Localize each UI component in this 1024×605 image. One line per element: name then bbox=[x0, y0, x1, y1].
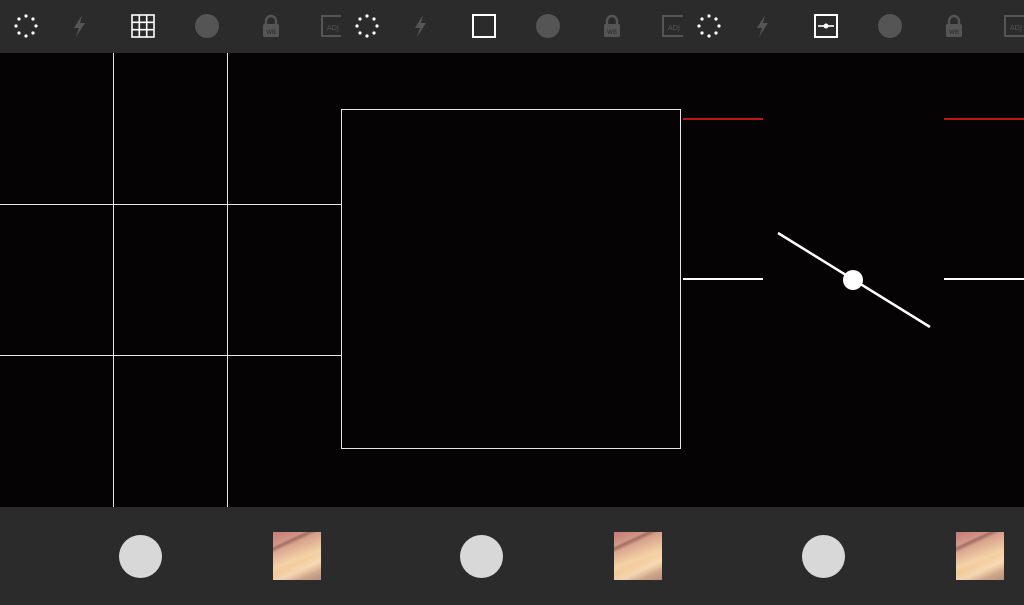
timer-icon[interactable] bbox=[353, 12, 381, 40]
adjust-icon[interactable]: ADJ bbox=[320, 12, 341, 40]
grid-line-vertical bbox=[227, 53, 228, 507]
camera-toolbar: WB ADJ bbox=[341, 0, 683, 53]
grid-line-horizontal bbox=[0, 204, 341, 205]
flash-icon[interactable] bbox=[406, 12, 434, 40]
svg-text:WB: WB bbox=[607, 29, 617, 36]
svg-text:ADJ: ADJ bbox=[327, 24, 339, 32]
svg-text:ADJ: ADJ bbox=[668, 24, 680, 32]
square-frame-icon[interactable] bbox=[470, 12, 498, 40]
white-balance-lock-icon[interactable]: WB bbox=[257, 12, 285, 40]
svg-text:WB: WB bbox=[266, 29, 276, 36]
last-photo-thumbnail[interactable] bbox=[956, 532, 1004, 580]
last-photo-thumbnail[interactable] bbox=[273, 532, 321, 580]
focus-dot-icon[interactable] bbox=[534, 12, 562, 40]
adjust-icon[interactable]: ADJ bbox=[661, 12, 683, 40]
grid-line-horizontal bbox=[0, 355, 341, 356]
grid-line-vertical bbox=[113, 53, 114, 507]
timer-icon[interactable] bbox=[12, 12, 40, 40]
focus-dot-icon[interactable] bbox=[193, 12, 221, 40]
shutter-button[interactable] bbox=[119, 535, 162, 578]
last-photo-thumbnail[interactable] bbox=[614, 532, 662, 580]
camera-panel-square: WB ADJ bbox=[341, 0, 683, 605]
flash-icon[interactable] bbox=[65, 12, 93, 40]
grid-icon[interactable] bbox=[129, 12, 157, 40]
white-balance-lock-icon[interactable]: WB bbox=[598, 12, 626, 40]
square-crop-frame bbox=[341, 109, 681, 449]
camera-viewfinder[interactable] bbox=[0, 53, 341, 507]
shutter-button[interactable] bbox=[460, 535, 503, 578]
camera-panel-level: WB ADJ bbox=[683, 0, 1024, 605]
level-center-dot bbox=[843, 270, 863, 290]
shutter-button[interactable] bbox=[802, 535, 845, 578]
camera-toolbar: WB ADJ bbox=[0, 0, 341, 53]
camera-panel-grid: WB ADJ bbox=[0, 0, 341, 605]
